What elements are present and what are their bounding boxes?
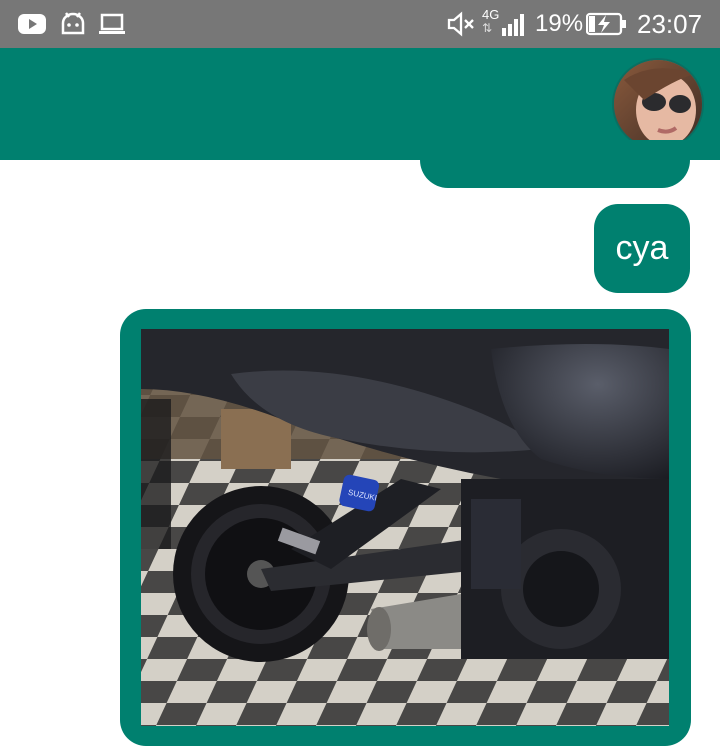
android-icon	[60, 10, 86, 38]
status-bar: 4G ⇅ 19% 23:07	[0, 0, 720, 48]
avatar-portrait	[614, 60, 702, 148]
signal-icon	[502, 10, 528, 38]
network-type-label: 4G ⇅	[482, 7, 500, 35]
youtube-icon	[18, 10, 46, 38]
clock: 23:07	[637, 9, 703, 39]
previous-message-bubble[interactable]	[420, 140, 690, 188]
mute-icon	[447, 10, 475, 38]
motorcycle-photo[interactable]: SUZUKI	[141, 329, 669, 726]
sent-image-bubble[interactable]: SUZUKI	[120, 309, 691, 746]
battery-charging-icon	[586, 10, 628, 38]
laptop-icon	[98, 10, 126, 38]
sent-message-bubble[interactable]: cya	[594, 204, 690, 293]
battery-percent: 19%	[535, 10, 584, 37]
contact-avatar[interactable]	[612, 58, 704, 150]
message-text: cya	[615, 229, 669, 267]
